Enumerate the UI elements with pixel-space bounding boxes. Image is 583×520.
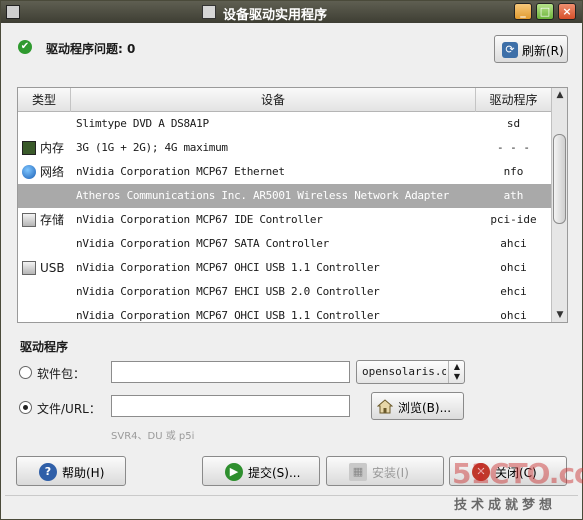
close-icon: × xyxy=(562,5,572,18)
device-row[interactable]: 内存 3G (1G + 2G); 4G maximum - - - xyxy=(18,136,551,160)
device-name-cell: nVidia Corporation MCP67 EHCI USB 2.0 Co… xyxy=(76,285,380,298)
repository-select[interactable]: opensolaris.org ▲▼ xyxy=(356,360,465,384)
install-label: 安装(I) xyxy=(372,466,409,480)
device-type-cell: 网络 xyxy=(20,160,71,184)
home-icon xyxy=(377,399,393,414)
device-type-label: 内存 xyxy=(40,141,65,155)
device-type-cell: 存储 xyxy=(20,208,71,232)
device-type-label: 存储 xyxy=(40,213,65,227)
maximize-icon: □ xyxy=(539,5,551,18)
close-circle-icon: ✕ xyxy=(472,463,490,481)
device-row[interactable]: 网络 nVidia Corporation MCP67 Ethernet nfo xyxy=(18,160,551,184)
close-button[interactable]: ✕ 关闭(C) xyxy=(449,456,567,486)
app-icon xyxy=(202,5,216,19)
device-type-cell: USB xyxy=(20,256,71,280)
column-header-device[interactable]: 设备 xyxy=(71,88,476,112)
status-bar xyxy=(5,495,578,515)
device-row[interactable]: Atheros Communications Inc. AR5001 Wirel… xyxy=(18,184,551,208)
device-type-cell xyxy=(20,112,71,136)
close-window-button[interactable]: × xyxy=(558,3,576,20)
browse-label: 浏览(B)... xyxy=(398,401,452,415)
device-driver-cell: ahci xyxy=(500,237,527,250)
window-menu-icon[interactable] xyxy=(6,5,20,19)
help-icon: ? xyxy=(39,463,57,481)
device-driver-cell: ehci xyxy=(500,285,527,298)
network-icon xyxy=(22,165,36,179)
browse-button[interactable]: 浏览(B)... xyxy=(371,392,464,420)
device-type-cell xyxy=(20,280,71,304)
minimize-button[interactable]: _ xyxy=(514,3,532,20)
device-type-label: 网络 xyxy=(40,165,65,179)
scroll-thumb[interactable] xyxy=(553,134,566,224)
device-name-cell: Slimtype DVD A DS8A1P xyxy=(76,117,209,130)
maximize-button[interactable]: □ xyxy=(536,3,554,20)
device-driver-cell: - - - xyxy=(496,141,531,154)
device-name-cell: nVidia Corporation MCP67 IDE Controller xyxy=(76,213,323,226)
device-driver-cell: nfo xyxy=(503,165,524,178)
device-name-cell: nVidia Corporation MCP67 SATA Controller xyxy=(76,237,329,250)
file-url-label: 文件/URL： xyxy=(37,402,101,416)
refresh-icon: ⟳ xyxy=(502,42,518,58)
driver-section-title: 驱动程序 xyxy=(20,340,69,354)
device-type-label: USB xyxy=(40,261,65,275)
refresh-button[interactable]: ⟳ 刷新(R) xyxy=(494,35,568,63)
scroll-down-arrow-icon[interactable]: ▼ xyxy=(552,308,567,322)
help-button[interactable]: ? 帮助(H) xyxy=(16,456,126,486)
device-name-cell: 3G (1G + 2G); 4G maximum xyxy=(76,141,228,154)
package-input[interactable] xyxy=(111,361,350,383)
package-label: 软件包： xyxy=(37,367,86,381)
device-list-header: 类型 设备 驱动程序 xyxy=(18,88,551,112)
package-radio[interactable] xyxy=(19,366,32,379)
main-window: 设备驱动实用程序 _ □ × ✔ 驱动程序问题: 0 ⟳ 刷新(R) 类型 设备… xyxy=(0,0,583,520)
device-name-cell: nVidia Corporation MCP67 OHCI USB 1.1 Co… xyxy=(76,309,380,322)
device-row[interactable]: nVidia Corporation MCP67 SATA Controller… xyxy=(18,232,551,256)
title-bar[interactable]: 设备驱动实用程序 _ □ × xyxy=(1,1,582,23)
device-driver-cell: pci-ide xyxy=(490,213,537,226)
device-row[interactable]: USB nVidia Corporation MCP67 OHCI USB 1.1… xyxy=(18,256,551,280)
vertical-scrollbar[interactable]: ▲ ▼ xyxy=(551,88,567,322)
device-row[interactable]: Slimtype DVD A DS8A1P sd xyxy=(18,112,551,136)
check-icon: ✔ xyxy=(18,40,32,54)
device-type-cell xyxy=(20,232,71,256)
play-icon: ▶ xyxy=(225,463,243,481)
close-label: 关闭(C) xyxy=(495,466,537,480)
status-text: 驱动程序问题: 0 xyxy=(46,42,136,56)
device-list[interactable]: 类型 设备 驱动程序 Slimtype DVD A DS8A1P sd 内存 3G (… xyxy=(17,87,568,323)
updown-arrow-icon: ▲ ▼ xyxy=(448,361,464,383)
submit-button[interactable]: ▶ 提交(S)... xyxy=(202,456,320,486)
device-name-cell: nVidia Corporation MCP67 OHCI USB 1.1 Co… xyxy=(76,261,380,274)
device-type-cell: 内存 xyxy=(20,136,71,160)
device-type-cell xyxy=(20,304,71,322)
install-icon: ▦ xyxy=(349,463,367,481)
device-driver-cell: ohci xyxy=(500,261,527,274)
device-name-cell: nVidia Corporation MCP67 Ethernet xyxy=(76,165,285,178)
file-url-input[interactable] xyxy=(111,395,350,417)
device-rows: Slimtype DVD A DS8A1P sd 内存 3G (1G + 2G); 4… xyxy=(18,112,551,322)
storage-icon xyxy=(22,213,36,227)
column-header-type[interactable]: 类型 xyxy=(18,88,71,112)
memory-icon xyxy=(22,141,36,155)
device-driver-cell: ohci xyxy=(500,309,527,322)
install-button[interactable]: ▦ 安装(I) xyxy=(326,456,444,486)
device-driver-cell: ath xyxy=(503,189,524,202)
device-row[interactable]: 存储 nVidia Corporation MCP67 IDE Controlle… xyxy=(18,208,551,232)
refresh-label: 刷新(R) xyxy=(522,44,564,58)
column-header-driver[interactable]: 驱动程序 xyxy=(476,88,551,112)
minimize-icon: _ xyxy=(520,5,526,18)
submit-label: 提交(S)... xyxy=(248,466,301,480)
file-url-radio[interactable] xyxy=(19,401,32,414)
device-type-cell xyxy=(20,184,71,208)
device-name-cell: Atheros Communications Inc. AR5001 Wirel… xyxy=(76,189,450,202)
repository-value: opensolaris.org xyxy=(362,365,446,378)
device-row[interactable]: nVidia Corporation MCP67 EHCI USB 2.0 Co… xyxy=(18,280,551,304)
file-type-hint: SVR4、DU 或 p5i xyxy=(111,431,195,442)
usb-icon xyxy=(22,261,36,275)
help-label: 帮助(H) xyxy=(62,466,105,480)
device-driver-cell: sd xyxy=(506,117,521,130)
window-title: 设备驱动实用程序 xyxy=(223,8,328,23)
device-row[interactable]: nVidia Corporation MCP67 OHCI USB 1.1 Co… xyxy=(18,304,551,322)
scroll-up-arrow-icon[interactable]: ▲ xyxy=(552,88,567,102)
